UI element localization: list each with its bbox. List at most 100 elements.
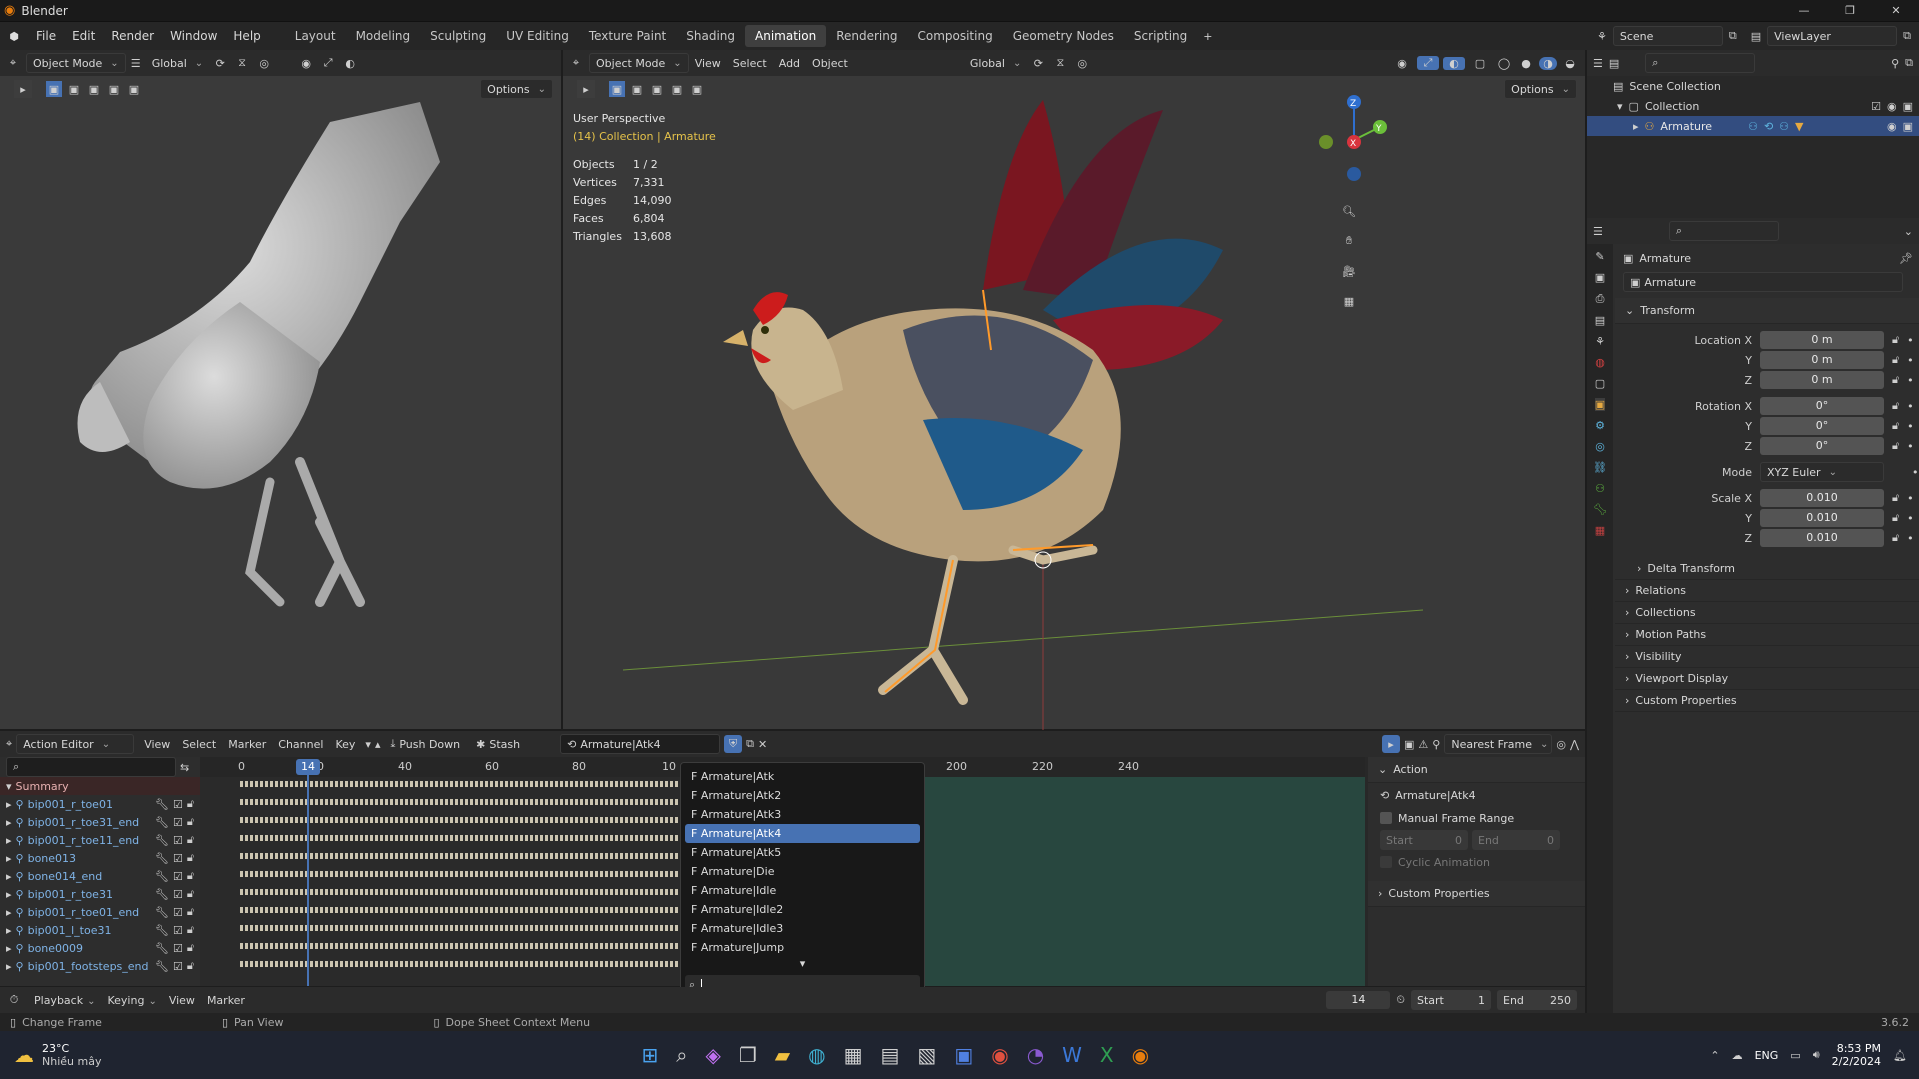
- xray-icon[interactable]: ▢: [1469, 57, 1491, 70]
- panel-custom-properties[interactable]: › Custom Properties: [1615, 690, 1919, 712]
- collection-tab-icon[interactable]: ▢: [1595, 377, 1605, 390]
- view-layer-selector[interactable]: ViewLayer: [1767, 26, 1898, 46]
- blender-taskbar-icon[interactable]: ◉: [1132, 1043, 1149, 1067]
- falloff-icon[interactable]: ⋀: [1570, 738, 1579, 751]
- wrench-icon[interactable]: 🔧︎: [155, 942, 169, 955]
- stash-button[interactable]: ✱ Stash: [470, 734, 526, 754]
- cyclic-row[interactable]: Cyclic Animation: [1368, 851, 1585, 873]
- lock-icon[interactable]: 🔓︎: [187, 887, 194, 901]
- checkbox-icon[interactable]: ☑: [1871, 100, 1881, 113]
- viewport-menu-view[interactable]: View: [689, 57, 727, 70]
- file-explorer-icon[interactable]: ▰: [775, 1043, 790, 1067]
- bone-tab-icon[interactable]: 🦴︎: [1593, 503, 1607, 516]
- keyframe-dot-icon[interactable]: •: [1912, 466, 1919, 479]
- tab-texture-paint[interactable]: Texture Paint: [579, 25, 676, 47]
- wrench-icon[interactable]: 🔧︎: [155, 870, 169, 883]
- keyframe-dot-icon[interactable]: •: [1907, 512, 1914, 525]
- action-list-item[interactable]: F Armature|Idle: [685, 881, 920, 900]
- expand-icon[interactable]: ▸: [6, 870, 12, 883]
- network-icon[interactable]: ▭: [1790, 1049, 1800, 1062]
- timeline-menu-keying[interactable]: Keying: [101, 994, 162, 1007]
- notification-icon[interactable]: 🔔︎: [1893, 1049, 1907, 1062]
- checkbox-icon[interactable]: [1380, 856, 1392, 868]
- action-list-item[interactable]: F Armature|Idle3: [685, 919, 920, 938]
- lock-icon[interactable]: 🔓︎: [187, 869, 194, 883]
- rotation-y-field[interactable]: 0°: [1760, 417, 1884, 435]
- overlay-icon[interactable]: ◐: [339, 57, 361, 70]
- select-tool-icon[interactable]: ▸: [577, 80, 595, 98]
- filter-icon[interactable]: ⚲: [1432, 738, 1440, 751]
- proportional-icon[interactable]: ◎: [1556, 738, 1566, 751]
- action-list-item[interactable]: F Armature|Jump: [685, 938, 920, 957]
- outliner-row-armature[interactable]: ▸ ⚇ Armature ⚇ ⟲ ⚇ ▼ ◉ ▣: [1587, 116, 1919, 136]
- texture-tab-icon[interactable]: ▦: [1595, 524, 1605, 537]
- location-z-field[interactable]: 0 m: [1760, 371, 1884, 389]
- panel-visibility[interactable]: › Visibility: [1615, 646, 1919, 668]
- snap-icon[interactable]: ⧖: [1049, 56, 1071, 70]
- menu-file[interactable]: File: [28, 29, 64, 43]
- checkbox-icon[interactable]: ☑: [173, 852, 183, 865]
- panel-delta-transform[interactable]: › Delta Transform: [1615, 558, 1919, 580]
- fake-user-icon[interactable]: ⛨: [724, 735, 743, 753]
- pan-hand-icon[interactable]: ✋︎: [1338, 230, 1360, 252]
- wrench-icon[interactable]: 🔧︎: [155, 798, 169, 811]
- keyframe-dot-icon[interactable]: •: [1907, 334, 1914, 347]
- expand-icon[interactable]: ▸: [6, 834, 12, 847]
- volume-icon[interactable]: 🔊︎: [1813, 1048, 1820, 1062]
- main-mode-dropdown[interactable]: Object Mode: [589, 53, 689, 73]
- edge-icon[interactable]: ◍: [808, 1043, 825, 1067]
- checkbox-icon[interactable]: ☑: [173, 816, 183, 829]
- gizmo-icon[interactable]: ⤢: [317, 56, 339, 70]
- display-mode-icon[interactable]: ▤: [1609, 57, 1619, 70]
- action-selector[interactable]: ⟲ Armature|Atk4: [560, 734, 721, 754]
- lock-icon[interactable]: 🔓︎: [187, 905, 194, 919]
- minimize-icon[interactable]: —: [1781, 4, 1827, 17]
- action-list-item[interactable]: F Armature|Atk3: [685, 805, 920, 824]
- properties-editor-icon[interactable]: ☰: [1593, 225, 1603, 238]
- eye-icon[interactable]: ◉: [1887, 120, 1897, 133]
- manual-frame-range-row[interactable]: Manual Frame Range: [1368, 807, 1585, 829]
- render-tab-icon[interactable]: ▣: [1595, 271, 1605, 284]
- box-select-icon[interactable]: ▣: [46, 81, 62, 97]
- scale-z-field[interactable]: 0.010: [1760, 529, 1884, 547]
- channel-row[interactable]: ▸ ⚲ bip001_footsteps_end 🔧︎ ☑ 🔓︎: [0, 957, 200, 975]
- channel-row[interactable]: ▸ ⚲ bip001_r_toe11_end 🔧︎ ☑ 🔓︎: [0, 831, 200, 849]
- solid-shading-icon[interactable]: ●: [1517, 57, 1535, 70]
- constraint-tab-icon[interactable]: ⛓: [1593, 461, 1607, 474]
- store-icon[interactable]: ▤: [881, 1043, 900, 1067]
- channel-row[interactable]: ▸ ⚲ bip001_r_toe01_end 🔧︎ ☑ 🔓︎: [0, 903, 200, 921]
- expand-icon[interactable]: ▸: [6, 906, 12, 919]
- expand-icon[interactable]: ▸: [6, 888, 12, 901]
- swap-icon[interactable]: ⇆: [180, 761, 189, 774]
- tab-sculpting[interactable]: Sculpting: [420, 25, 496, 47]
- location-x-field[interactable]: 0 m: [1760, 331, 1884, 349]
- expand-icon[interactable]: ▸: [6, 942, 12, 955]
- chevron-down-icon[interactable]: ⌄: [1904, 225, 1913, 238]
- rotation-x-field[interactable]: 0°: [1760, 397, 1884, 415]
- menu-edit[interactable]: Edit: [64, 29, 103, 43]
- view-layer-tab-icon[interactable]: ▤: [1595, 314, 1605, 327]
- app-icon[interactable]: ▦: [844, 1043, 863, 1067]
- wrench-icon[interactable]: 🔧︎: [155, 888, 169, 901]
- tool-tab-icon[interactable]: ✎: [1595, 250, 1604, 263]
- main-options-dropdown[interactable]: Options: [1504, 79, 1577, 99]
- channel-row[interactable]: ▸ ⚲ bip001_r_toe01 🔧︎ ☑ 🔓︎: [0, 795, 200, 813]
- lock-icon[interactable]: 🔓︎: [187, 815, 194, 829]
- viber-icon[interactable]: ◔: [1027, 1043, 1044, 1067]
- dopesheet-editor-icon[interactable]: ⌖: [6, 737, 12, 751]
- channel-row[interactable]: ▸ ⚲ bone014_end 🔧︎ ☑ 🔓︎: [0, 867, 200, 885]
- camera-view-icon[interactable]: 🎥︎: [1338, 260, 1360, 282]
- outliner-row-collection[interactable]: ▾ ▢ Collection ☑ ◉ ▣: [1587, 96, 1919, 116]
- summary-row[interactable]: ▾ Summary: [0, 777, 200, 795]
- task-view-icon[interactable]: ❐: [739, 1043, 757, 1067]
- word-icon[interactable]: W: [1062, 1043, 1082, 1067]
- lock-icon[interactable]: 🔓︎: [1892, 491, 1899, 505]
- keyframe-dot-icon[interactable]: •: [1907, 440, 1914, 453]
- keyframe-dot-icon[interactable]: •: [1907, 374, 1914, 387]
- select-invert-icon[interactable]: ▣: [106, 81, 122, 97]
- expand-icon[interactable]: ▸: [6, 816, 12, 829]
- tab-shading[interactable]: Shading: [676, 25, 745, 47]
- new-view-layer-icon[interactable]: ⧉: [1903, 29, 1911, 43]
- select-intersect-icon[interactable]: ▣: [126, 81, 142, 97]
- onedrive-icon[interactable]: ☁: [1732, 1049, 1743, 1062]
